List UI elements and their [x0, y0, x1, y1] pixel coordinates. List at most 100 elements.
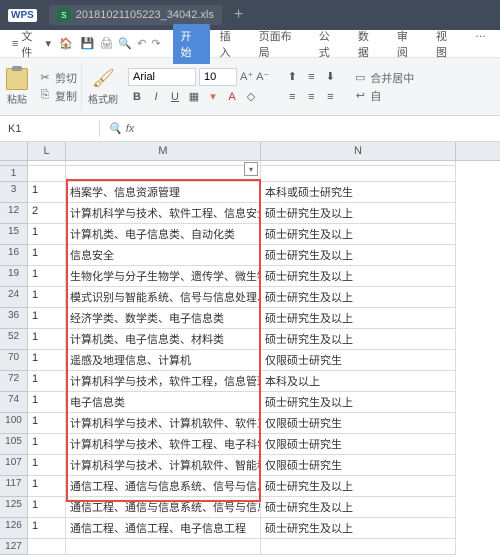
fill-color-button[interactable]: ▾: [204, 88, 222, 106]
row-header[interactable]: 3: [0, 182, 28, 203]
italic-button[interactable]: I: [147, 88, 165, 106]
cut-button[interactable]: ✂剪切: [38, 70, 77, 86]
cell[interactable]: 1: [28, 287, 66, 308]
row-header[interactable]: 1: [0, 166, 28, 182]
cell[interactable]: 1: [28, 518, 66, 539]
row-header[interactable]: 126: [0, 518, 28, 539]
row-header[interactable]: 19: [0, 266, 28, 287]
increase-font-icon[interactable]: A⁺: [240, 70, 253, 83]
cell[interactable]: 通信工程、通信与信息系统、信号与信息处理、电磁: [66, 476, 261, 497]
row-header[interactable]: 16: [0, 245, 28, 266]
row-header[interactable]: 52: [0, 329, 28, 350]
cell[interactable]: 仅限硕士研究生: [261, 434, 456, 455]
font-color-button[interactable]: A: [223, 88, 241, 106]
col-header-N[interactable]: N: [261, 142, 456, 160]
merge-center-button[interactable]: ▭合并居中: [353, 70, 414, 86]
print-icon[interactable]: 🖨: [99, 37, 113, 50]
cell[interactable]: 生物化学与分子生物学、遗传学、微生物学、法医学: [66, 266, 261, 287]
cell[interactable]: 1: [28, 350, 66, 371]
tab-3[interactable]: 公式: [311, 24, 348, 64]
row-header[interactable]: 100: [0, 413, 28, 434]
align-right-icon[interactable]: ≡: [321, 88, 339, 106]
row-header[interactable]: 74: [0, 392, 28, 413]
cell[interactable]: 经济学类、数学类、电子信息类: [66, 308, 261, 329]
cell[interactable]: 1: [28, 266, 66, 287]
tab-7[interactable]: …: [467, 24, 494, 64]
cell[interactable]: 计算机科学与技术、软件工程、电子科学与技术、信: [66, 434, 261, 455]
row-header[interactable]: 105: [0, 434, 28, 455]
col-header-corner[interactable]: [0, 142, 28, 160]
cell[interactable]: 1: [28, 371, 66, 392]
new-tab-button[interactable]: +: [234, 6, 243, 24]
cell[interactable]: 计算机类、电子信息类、材料类: [66, 329, 261, 350]
cell[interactable]: 本科及以上: [261, 371, 456, 392]
cell[interactable]: 仅限硕士研究生: [261, 455, 456, 476]
copy-button[interactable]: ⎘复制: [38, 88, 77, 104]
cell[interactable]: 通信工程、通信与信息系统、信号与信息处理、电磁: [66, 497, 261, 518]
size-select[interactable]: [199, 68, 237, 86]
row-header[interactable]: 36: [0, 308, 28, 329]
save-icon[interactable]: 💾: [81, 37, 95, 50]
cell[interactable]: [261, 166, 456, 182]
row-header[interactable]: 24: [0, 287, 28, 308]
undo-icon[interactable]: ↶: [137, 37, 146, 50]
cell[interactable]: 1: [28, 392, 66, 413]
align-middle-icon[interactable]: ≡: [302, 68, 320, 86]
align-center-icon[interactable]: ≡: [302, 88, 320, 106]
cell[interactable]: 计算机科学与技术、计算机软件、软件工程、计算机: [66, 413, 261, 434]
font-select[interactable]: [128, 68, 196, 86]
align-left-icon[interactable]: ≡: [283, 88, 301, 106]
row-header[interactable]: 12: [0, 203, 28, 224]
clear-format-button[interactable]: ◇: [242, 88, 260, 106]
cell[interactable]: 硕士研究生及以上: [261, 245, 456, 266]
cell[interactable]: 通信工程、通信工程、电子信息工程: [66, 518, 261, 539]
cell[interactable]: 模式识别与智能系统、信号与信息处理、光学工程: [66, 287, 261, 308]
cell[interactable]: 2: [28, 203, 66, 224]
tab-1[interactable]: 插入: [212, 24, 249, 64]
tab-0[interactable]: 开始: [173, 24, 210, 64]
tab-2[interactable]: 页面布局: [251, 24, 309, 64]
cell[interactable]: 1: [28, 329, 66, 350]
cell[interactable]: 硕士研究生及以上: [261, 392, 456, 413]
decrease-font-icon[interactable]: A⁻: [256, 70, 269, 83]
fx-area[interactable]: 🔍 fx: [100, 122, 142, 135]
col-header-L[interactable]: L: [28, 142, 66, 160]
filter-icon[interactable]: ▾: [244, 162, 258, 176]
cell[interactable]: 硕士研究生及以上: [261, 308, 456, 329]
cell[interactable]: 1: [28, 434, 66, 455]
cell[interactable]: 档案学、信息资源管理: [66, 182, 261, 203]
row-header[interactable]: 125: [0, 497, 28, 518]
tab-5[interactable]: 审阅: [389, 24, 426, 64]
document-tab[interactable]: S 20181021105223_34042.xls: [49, 5, 222, 25]
bold-button[interactable]: B: [128, 88, 146, 106]
col-header-M[interactable]: M: [66, 142, 261, 160]
cell[interactable]: 硕士研究生及以上: [261, 266, 456, 287]
cell[interactable]: [261, 539, 456, 555]
cell[interactable]: [66, 166, 261, 182]
cell[interactable]: 计算机类、电子信息类、自动化类: [66, 224, 261, 245]
tab-6[interactable]: 视图: [428, 24, 465, 64]
cell[interactable]: 1: [28, 182, 66, 203]
redo-icon[interactable]: ↷: [151, 37, 160, 50]
cell[interactable]: 1: [28, 497, 66, 518]
cell[interactable]: 1: [28, 476, 66, 497]
cell[interactable]: 1: [28, 245, 66, 266]
file-menu[interactable]: ≡ 文件 ▾: [6, 26, 57, 62]
cell[interactable]: 硕士研究生及以上: [261, 476, 456, 497]
spreadsheet-grid[interactable]: LMN 131档案学、信息资源管理本科或硕士研究生122计算机科学与技术、软件工…: [0, 142, 500, 555]
row-header[interactable]: 70: [0, 350, 28, 371]
cell[interactable]: 遥感及地理信息、计算机: [66, 350, 261, 371]
cell[interactable]: 1: [28, 455, 66, 476]
wrap-text-button[interactable]: ↩自: [353, 88, 414, 104]
cell[interactable]: [28, 539, 66, 555]
cell[interactable]: 硕士研究生及以上: [261, 329, 456, 350]
cell[interactable]: 计算机科学与技术、计算机软件、智能科学与技术、: [66, 455, 261, 476]
cell[interactable]: 1: [28, 413, 66, 434]
cell[interactable]: 硕士研究生及以上: [261, 203, 456, 224]
cell[interactable]: 硕士研究生及以上: [261, 518, 456, 539]
row-header[interactable]: 127: [0, 539, 28, 555]
align-top-icon[interactable]: ⬆: [283, 68, 301, 86]
home-icon[interactable]: 🏠: [59, 37, 73, 51]
cell[interactable]: [28, 166, 66, 182]
border-button[interactable]: ▦: [185, 88, 203, 106]
